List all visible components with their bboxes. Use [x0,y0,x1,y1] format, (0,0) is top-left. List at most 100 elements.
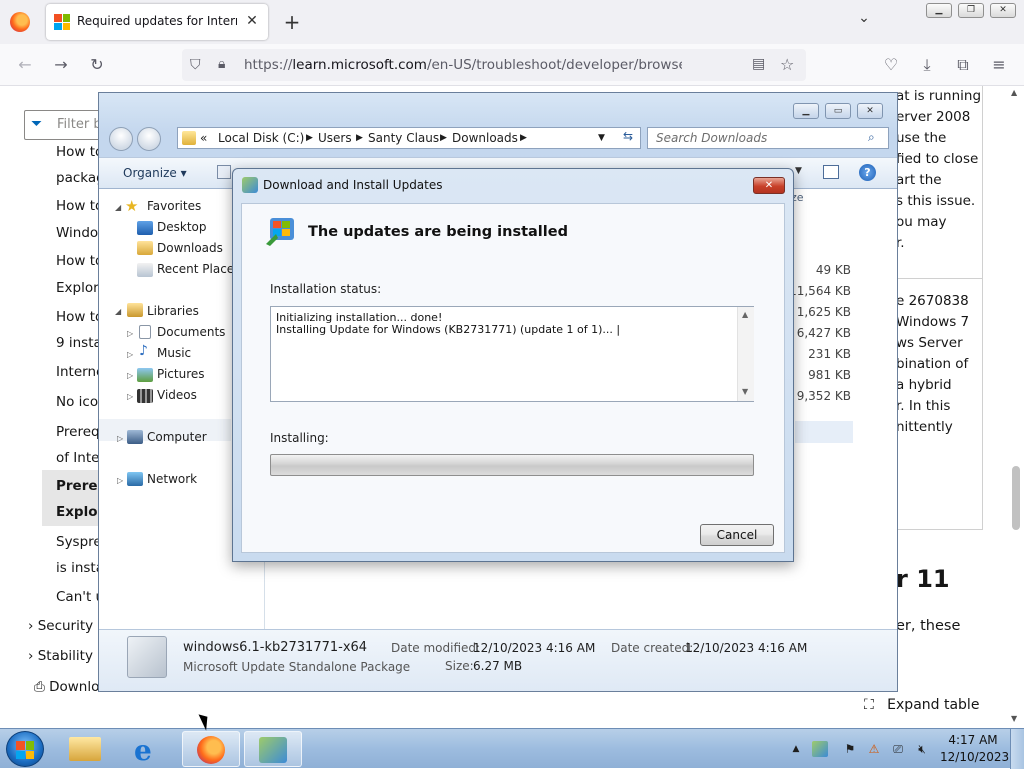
collapsed-triangle-icon[interactable]: ▷ [117,476,123,485]
breadcrumb-segment[interactable]: Downloads [452,131,518,145]
toc-category[interactable]: › Security a [28,618,106,634]
breadcrumb-separator-icon[interactable]: ▶ [520,133,527,143]
update-tray-icon[interactable] [812,741,828,757]
reload-icon[interactable]: ↻ [86,54,108,76]
volume-muted-icon[interactable]: 🔇︎ [914,741,930,757]
nav-item-music[interactable]: Music [157,346,191,360]
network-tray-icon[interactable]: ⎚ [890,741,906,757]
tracking-protection-shield-icon[interactable]: ⛉ [190,57,201,73]
nav-item-network[interactable]: Network [147,472,197,486]
show-hidden-icons-arrow-icon[interactable]: ▲ [788,741,804,757]
toc-item[interactable]: 9 insta [56,335,102,351]
scroll-up-arrow-icon[interactable]: ▲ [742,310,748,319]
taskbar-firefox-button[interactable] [182,731,240,767]
open-icon[interactable] [217,165,231,179]
restore-window-button[interactable]: ❐ [958,3,984,18]
url-bar[interactable]: ⛉ 🔒︎ https://learn.microsoft.com/en-US/t… [182,49,806,81]
address-bar[interactable]: « Local Disk (C:) ▶ Users ▶ Santy Claus … [177,127,641,149]
nav-item-favorites[interactable]: Favorites [147,199,201,213]
taskbar-update-installer-button[interactable] [244,731,302,767]
search-input[interactable]: Search Downloads ⌕ [647,127,889,149]
preview-pane-icon[interactable] [823,165,839,179]
extensions-icon[interactable]: ⧉ [952,54,974,76]
forward-arrow-icon[interactable]: → [50,54,72,76]
download-pdf-link[interactable]: ⎙ Downlo [34,679,99,695]
collapsed-triangle-icon[interactable]: ▷ [127,329,133,338]
explorer-close-button[interactable]: ✕ [857,103,883,119]
breadcrumb-segment[interactable]: Users [318,131,352,145]
url-text[interactable]: https://learn.microsoft.com/en-US/troubl… [244,57,682,73]
nav-item-videos[interactable]: Videos [157,388,197,402]
cancel-button[interactable]: Cancel [700,524,774,546]
expand-triangle-icon[interactable]: ◢ [115,307,121,316]
toc-item[interactable]: Prereq [56,424,100,440]
nav-item-pictures[interactable]: Pictures [157,367,205,381]
refresh-icon[interactable]: ⇆ [617,129,639,149]
taskbar-internet-explorer-button[interactable]: e [120,731,178,767]
forward-button[interactable] [137,127,161,151]
toc-item[interactable]: How to [56,198,103,214]
breadcrumb-segment[interactable]: Local Disk (C:) [218,131,304,145]
warning-tray-icon[interactable]: ⚠ [866,741,882,757]
toc-item[interactable]: How to [56,253,103,269]
scroll-down-arrow-icon[interactable]: ▼ [1011,714,1017,723]
page-scrollbar[interactable]: ▲ ▼ [1008,86,1024,728]
scroll-up-arrow-icon[interactable]: ▲ [1011,88,1017,97]
nav-item-downloads[interactable]: Downloads [157,241,223,255]
toc-category[interactable]: › Stability a [28,648,106,664]
nav-item-desktop[interactable]: Desktop [157,220,207,234]
lock-icon[interactable]: 🔒︎ [218,56,225,72]
toc-item[interactable]: is insta [56,560,104,576]
breadcrumb-overflow[interactable]: « [200,131,207,145]
reader-view-icon[interactable]: ▤ [752,56,765,72]
nav-item-documents[interactable]: Documents [157,325,225,339]
explorer-minimize-button[interactable]: ▁ [793,103,819,119]
breadcrumb-separator-icon[interactable]: ▶ [440,133,447,143]
expand-table-button[interactable]: ⛶ Expand table [864,697,979,713]
scroll-down-arrow-icon[interactable]: ▼ [742,387,748,396]
search-icon[interactable]: ⌕ [868,130,875,145]
show-desktop-button[interactable] [1010,729,1024,769]
dialog-close-button[interactable]: ✕ [753,177,785,194]
view-options-icon[interactable]: ▼ [795,166,802,176]
scrollbar-thumb[interactable] [1012,466,1020,530]
minimize-window-button[interactable]: ▁ [926,3,952,18]
bookmark-star-icon[interactable]: ☆ [780,55,794,74]
explorer-maximize-button[interactable]: ▭ [825,103,851,119]
collapsed-triangle-icon[interactable]: ▷ [127,371,133,380]
collapsed-triangle-icon[interactable]: ▷ [117,434,123,443]
back-button[interactable] [109,127,133,151]
list-all-tabs-icon[interactable]: ⌄ [852,10,876,26]
toc-item[interactable]: Can't u [56,589,104,605]
toc-item[interactable]: Windo [56,225,98,241]
toc-item[interactable]: How to [56,144,103,160]
breadcrumb-segment[interactable]: Santy Claus [368,131,439,145]
firefox-view-icon[interactable] [10,12,30,32]
breadcrumb-separator-icon[interactable]: ▶ [306,133,313,143]
taskbar-explorer-button[interactable] [56,731,114,767]
clock-time[interactable]: 4:17 AM [948,733,998,747]
start-button[interactable] [6,731,44,767]
clock-date[interactable]: 12/10/2023 [940,750,1009,764]
toc-item[interactable]: How to [56,309,103,325]
help-icon[interactable]: ? [859,164,876,181]
nav-item-computer[interactable]: Computer [147,430,207,444]
downloads-icon[interactable]: ⤓ [916,54,938,76]
new-tab-button[interactable]: + [280,10,304,34]
nav-item-recent-places[interactable]: Recent Places [157,262,240,276]
back-arrow-icon[interactable]: ← [14,54,36,76]
toc-item[interactable]: No ico [56,394,98,410]
pocket-icon[interactable]: ♡ [880,54,902,76]
nav-item-libraries[interactable]: Libraries [147,304,199,318]
breadcrumb-separator-icon[interactable]: ▶ [356,133,363,143]
expand-triangle-icon[interactable]: ◢ [115,203,121,212]
close-window-button[interactable]: ✕ [990,3,1016,18]
action-center-flag-icon[interactable]: ⚑ [842,741,858,757]
menu-hamburger-icon[interactable]: ≡ [988,54,1010,76]
organize-menu[interactable]: Organize ▾ [123,166,187,180]
address-dropdown-icon[interactable]: ▼ [598,133,605,143]
status-scrollbar[interactable]: ▲ ▼ [737,307,754,401]
browser-tab-active[interactable]: Required updates for Internet E ✕ [46,4,268,40]
collapsed-triangle-icon[interactable]: ▷ [127,350,133,359]
collapsed-triangle-icon[interactable]: ▷ [127,392,133,401]
